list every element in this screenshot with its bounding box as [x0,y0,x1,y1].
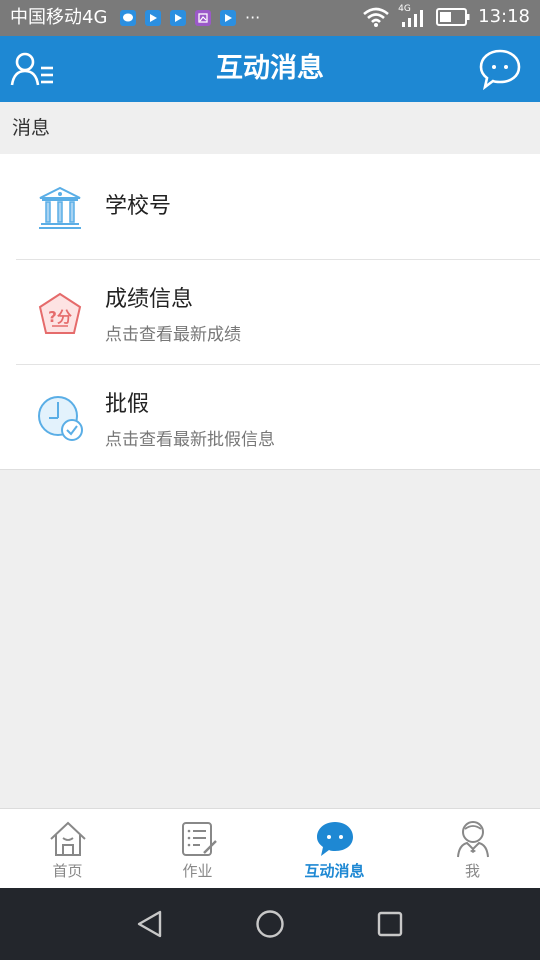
tab-messages[interactable]: 互动消息 [267,809,402,889]
tab-home[interactable]: 首页 [0,809,135,889]
tab-profile[interactable]: 我 [405,809,540,889]
chat-bubble-icon [317,822,353,856]
list-item-title: 成绩信息 [105,287,194,312]
signal-indicator: 4G [398,4,428,28]
notification-icons: ··· [120,10,260,26]
tab-label: 我 [464,862,480,880]
video-notification-icon [170,10,186,26]
chat-icon [479,49,521,91]
clock: 13:18 [478,6,530,27]
video-notification-icon [220,10,236,26]
signal-icon [402,10,424,27]
score-badge-icon: ?分 [38,292,82,334]
profile-icon [457,821,489,858]
home-icon [50,821,86,856]
tab-homework[interactable]: 作业 [130,809,265,889]
bottom-tab-bar: 首页 作业 互动消息 我 [0,808,540,889]
video-notification-icon [145,10,161,26]
status-bar: 中国移动4G ··· 4G 13:18 [0,0,540,36]
list-item-subtitle: 点击查看最新批假信息 [105,430,275,450]
gallery-notification-icon [195,10,211,26]
page-title: 互动消息 [216,53,324,84]
app-bar: 互动消息 [0,36,540,102]
list-item-leave[interactable]: 批假 点击查看最新批假信息 [0,364,540,469]
wifi-icon [363,7,389,27]
list-item-school[interactable]: 学校号 [0,154,540,259]
list-item-subtitle: 点击查看最新成绩 [105,325,241,345]
homework-icon [182,822,217,856]
battery-icon [436,8,470,26]
leave-clock-icon [38,396,83,441]
chat-button[interactable] [478,48,522,91]
list-item-score[interactable]: ?分 成绩信息 点击查看最新成绩 [0,259,540,364]
section-title: 消息 [12,117,51,139]
message-notification-icon [120,10,136,26]
list-item-title: 批假 [105,392,150,417]
home-circle-icon[interactable] [254,908,286,940]
status-right: 4G 13:18 [362,4,530,28]
back-icon[interactable] [134,908,166,940]
tab-label: 首页 [52,862,83,880]
more-notifications-icon: ··· [245,8,261,27]
message-list: 学校号 ?分 成绩信息 点击查看最新成绩 批假 点击查看最新批假信息 [0,154,540,470]
list-item-title: 学校号 [105,194,172,219]
tab-label: 互动消息 [304,862,365,880]
section-header: 消息 [0,102,540,154]
tab-label: 作业 [182,862,213,880]
recents-square-icon[interactable] [374,908,406,940]
svg-text:?分: ?分 [48,308,72,326]
school-building-icon [39,186,81,229]
system-navigation-bar [0,888,540,960]
carrier-label: 中国移动4G [10,7,108,28]
